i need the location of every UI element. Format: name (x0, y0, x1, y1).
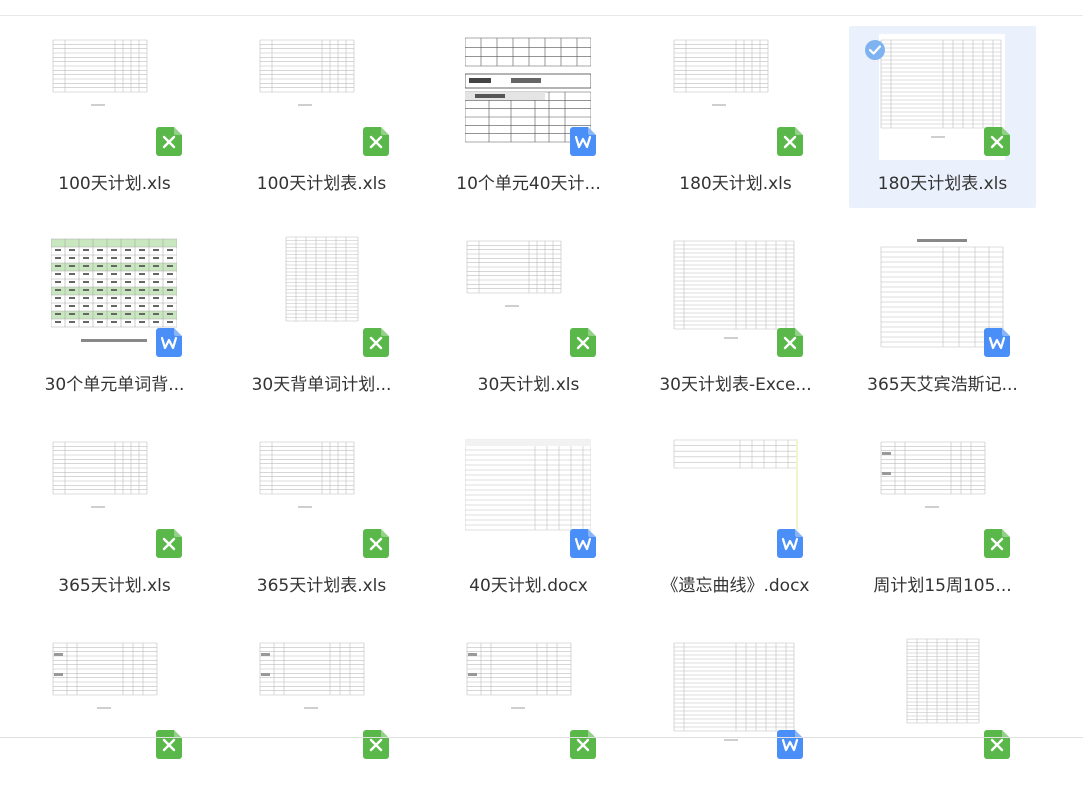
file-tile[interactable]: 30天计划.xls (435, 227, 622, 409)
file-tile[interactable]: 40天计划.docx (435, 428, 622, 610)
file-tile[interactable] (849, 629, 1036, 811)
file-grid: 100天计划.xls 100天计划表.xls 10个单元40天计... 180天… (0, 0, 1083, 763)
file-tile[interactable]: 10个单元40天计... (435, 26, 622, 208)
excel-file-icon (984, 730, 1010, 759)
excel-file-icon (363, 328, 389, 357)
excel-file-icon (363, 529, 389, 558)
file-name: 365天艾宾浩斯记... (867, 375, 1018, 395)
word-file-icon (570, 127, 596, 156)
file-name: 30天背单词计划... (251, 375, 392, 395)
file-tile[interactable]: 365天艾宾浩斯记... (849, 227, 1036, 409)
excel-file-icon (156, 127, 182, 156)
bottom-divider (0, 737, 1083, 738)
file-tile[interactable]: 100天计划.xls (21, 26, 208, 208)
excel-file-icon (777, 328, 803, 357)
word-file-icon (984, 328, 1010, 357)
file-tile[interactable]: 30天计划表-Exce... (642, 227, 829, 409)
file-tile[interactable]: 180天计划表.xls (849, 26, 1036, 208)
excel-file-icon (984, 127, 1010, 156)
file-tile[interactable]: 180天计划.xls (642, 26, 829, 208)
file-name: 《遗忘曲线》.docx (661, 576, 810, 596)
excel-file-icon (156, 529, 182, 558)
excel-file-icon (363, 127, 389, 156)
excel-file-icon (570, 328, 596, 357)
excel-file-icon (984, 529, 1010, 558)
file-tile[interactable] (435, 629, 622, 811)
file-tile[interactable]: 30天背单词计划... (228, 227, 415, 409)
file-name: 30天计划表-Exce... (659, 375, 812, 395)
excel-file-icon (570, 730, 596, 759)
word-file-icon (156, 328, 182, 357)
file-tile[interactable]: 30个单元单词背... (21, 227, 208, 409)
file-tile[interactable]: 《遗忘曲线》.docx (642, 428, 829, 610)
file-name: 100天计划表.xls (256, 174, 387, 194)
excel-file-icon (777, 127, 803, 156)
file-name: 180天计划.xls (679, 174, 792, 194)
word-file-icon (777, 730, 803, 759)
file-tile[interactable] (21, 629, 208, 811)
file-tile[interactable]: 365天计划表.xls (228, 428, 415, 610)
file-tile[interactable]: 周计划15周105... (849, 428, 1036, 610)
file-tile[interactable]: 100天计划表.xls (228, 26, 415, 208)
excel-file-icon (363, 730, 389, 759)
checkmark-circle-icon[interactable] (864, 39, 886, 61)
file-name: 30天计划.xls (477, 375, 580, 395)
excel-file-icon (156, 730, 182, 759)
file-name: 周计划15周105... (873, 576, 1012, 596)
word-file-icon (777, 529, 803, 558)
file-name: 30个单元单词背... (44, 375, 185, 395)
file-tile[interactable]: 365天计划.xls (21, 428, 208, 610)
file-name: 40天计划.docx (469, 576, 588, 596)
file-name: 365天计划.xls (58, 576, 171, 596)
file-tile[interactable] (642, 629, 829, 811)
file-name: 180天计划表.xls (877, 174, 1008, 194)
file-name: 100天计划.xls (58, 174, 171, 194)
file-tile[interactable] (228, 629, 415, 811)
file-name: 10个单元40天计... (456, 174, 601, 194)
word-file-icon (570, 529, 596, 558)
file-name: 365天计划表.xls (256, 576, 387, 596)
